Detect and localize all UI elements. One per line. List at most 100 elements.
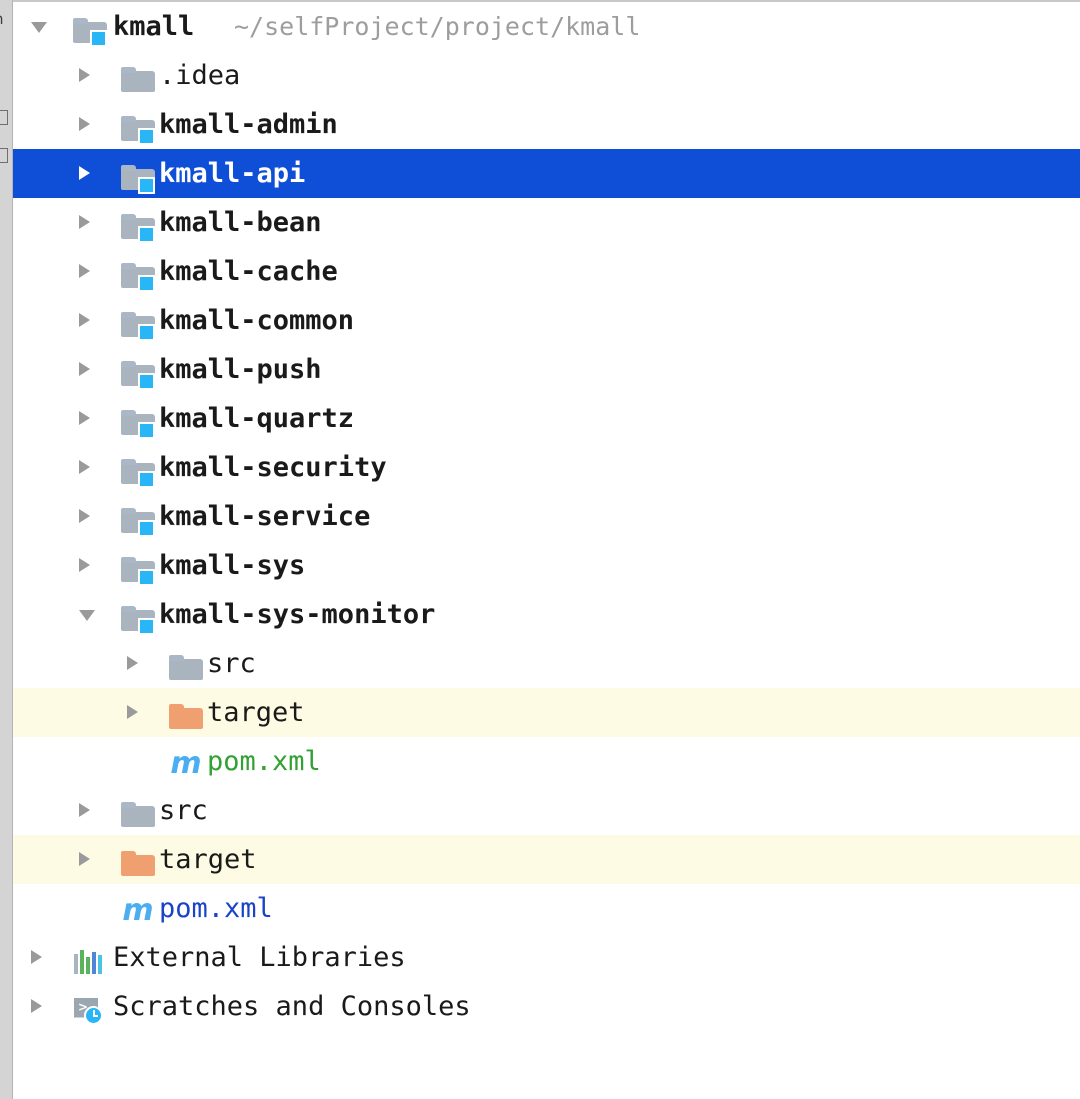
tree-row-label: kmall-bean [159,206,322,238]
chevron-right-icon[interactable] [79,264,90,278]
tree-row[interactable]: m pom.xml [13,737,1080,786]
chevron-right-icon[interactable] [79,362,90,376]
maven-m-glyph: m [122,892,154,928]
project-tree[interactable]: kmall ~/selfProject/project/kmall .idea kma… [13,0,1080,1099]
tree-row[interactable]: target [13,688,1080,737]
tree-row-label: target [207,696,305,728]
tree-row[interactable]: .idea [13,51,1080,100]
module-folder-icon [119,598,159,635]
tree-row-label: src [159,794,208,826]
tree-row-label: target [159,843,257,875]
tree-row-label: pom.xml [159,892,273,924]
tree-row[interactable]: kmall-security [13,443,1080,492]
module-folder-icon [119,304,159,341]
module-folder-icon [119,451,159,488]
chevron-right-icon[interactable] [79,558,90,572]
tree-row[interactable]: kmall-common [13,296,1080,345]
maven-file-icon: m [119,892,159,926]
tree-row-label: kmall-sys-monitor [159,598,436,630]
chevron-right-icon[interactable] [79,68,90,82]
tree-row[interactable]: kmall-push [13,345,1080,394]
module-folder-icon [119,500,159,537]
chevron-right-icon[interactable] [127,656,138,670]
tree-row[interactable]: kmall-admin [13,100,1080,149]
module-badge-icon [138,519,155,537]
tree-row[interactable]: kmall-api [13,149,1080,198]
folder-shape [121,801,155,827]
folder-shape [169,654,203,680]
folder-icon [167,647,207,681]
module-folder-icon [119,255,159,292]
target-folder-icon [167,696,207,730]
toolstrip-glyph-top: n [0,12,8,26]
tree-row-label: kmall [113,10,195,42]
chevron-right-icon[interactable] [79,215,90,229]
module-badge-icon [138,127,155,145]
module-folder-icon [119,549,159,586]
module-folder-icon [119,353,159,390]
folder-shape [169,703,203,729]
tree-row[interactable]: External Libraries [13,933,1080,982]
tree-row[interactable]: kmall-sys-monitor [13,590,1080,639]
folder-icon [119,59,159,93]
tree-row[interactable]: target [13,835,1080,884]
tree-row[interactable]: kmall ~/selfProject/project/kmall [13,2,1080,51]
module-badge-icon [138,225,155,243]
toolstrip-icon-1[interactable] [0,110,8,125]
module-badge-icon [138,421,155,439]
module-folder-icon [71,10,111,47]
tree-row-label: src [207,647,256,679]
chevron-right-icon[interactable] [79,166,90,180]
tree-row-label: kmall-admin [159,108,338,140]
tree-row[interactable]: kmall-bean [13,198,1080,247]
module-badge-icon [138,568,155,586]
tree-row-label: pom.xml [207,745,321,777]
project-path-label: ~/selfProject/project/kmall [234,11,641,41]
maven-file-icon: m [167,745,207,779]
tree-row-label: kmall-sys [159,549,306,581]
tree-row-label: .idea [159,59,241,91]
chevron-down-icon[interactable] [31,22,47,33]
target-folder-icon [119,843,159,877]
module-folder-icon [119,108,159,145]
module-badge-icon [138,470,155,488]
tree-row[interactable]: kmall-cache [13,247,1080,296]
chevron-down-icon[interactable] [79,610,95,621]
module-badge-icon [90,29,107,47]
chevron-right-icon[interactable] [79,313,90,327]
tree-row-label: Scratches and Consoles [113,990,471,1022]
module-folder-icon [119,206,159,243]
module-badge-icon [138,372,155,390]
chevron-right-icon[interactable] [31,950,42,964]
tree-row-label: kmall-push [159,353,322,385]
tree-row[interactable]: kmall-quartz [13,394,1080,443]
chevron-right-icon[interactable] [79,852,90,866]
tree-row[interactable]: kmall-sys [13,541,1080,590]
tree-row[interactable]: m pom.xml [13,884,1080,933]
chevron-right-icon[interactable] [127,705,138,719]
chevron-right-icon[interactable] [79,803,90,817]
tool-window-strip[interactable]: n [0,0,13,1099]
module-folder-icon [119,402,159,439]
tree-row-label: kmall-quartz [159,402,355,434]
tree-row[interactable]: src [13,639,1080,688]
chevron-right-icon[interactable] [79,460,90,474]
tree-row[interactable]: kmall-service [13,492,1080,541]
tree-row-label: kmall-cache [159,255,338,287]
module-badge-icon [138,274,155,292]
folder-shape [121,850,155,876]
scratches-icon: > [71,990,111,1025]
tree-row-label: External Libraries [113,941,406,973]
module-badge-icon [138,617,155,635]
toolstrip-icon-2[interactable] [0,148,8,163]
tree-row[interactable]: > Scratches and Consoles [13,982,1080,1031]
tree-row-label: kmall-common [159,304,355,336]
tree-row-label: kmall-security [159,451,387,483]
chevron-right-icon[interactable] [79,117,90,131]
chevron-right-icon[interactable] [79,411,90,425]
maven-m-glyph: m [170,745,202,781]
tree-row[interactable]: src [13,786,1080,835]
chevron-right-icon[interactable] [79,509,90,523]
chevron-right-icon[interactable] [31,999,42,1013]
module-badge-icon [138,176,155,194]
